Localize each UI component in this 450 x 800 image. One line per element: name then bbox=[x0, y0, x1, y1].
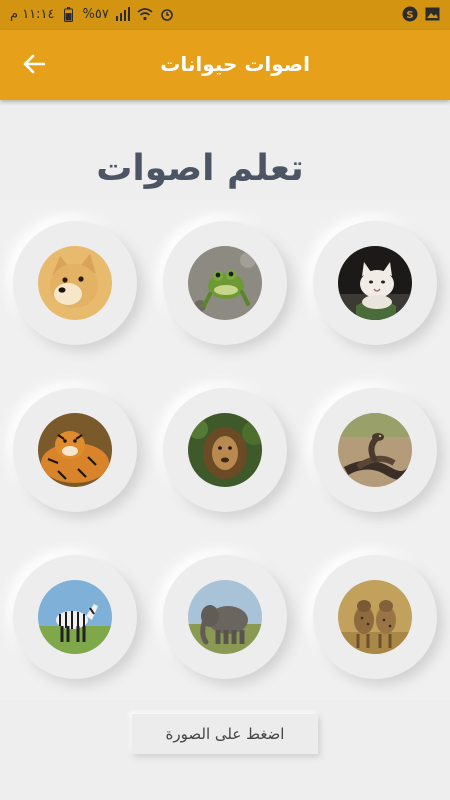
back-button[interactable] bbox=[18, 50, 50, 82]
status-left: ١١:١٤ م %٥٧ bbox=[10, 6, 175, 22]
animal-button-lion[interactable] bbox=[163, 388, 287, 512]
gallery-icon bbox=[424, 6, 440, 22]
page-heading: تعلم اصوات bbox=[96, 148, 304, 189]
animal-button-hyena[interactable] bbox=[313, 555, 437, 679]
cat-photo bbox=[338, 246, 412, 320]
animal-button-snake[interactable] bbox=[313, 388, 437, 512]
elephant-photo bbox=[188, 580, 262, 654]
animal-button-tiger[interactable] bbox=[13, 388, 137, 512]
animal-button-dog[interactable] bbox=[13, 221, 137, 345]
animal-button-elephant[interactable] bbox=[163, 555, 287, 679]
app-s-icon: S bbox=[402, 6, 418, 22]
status-battery-percent: %٥٧ bbox=[82, 6, 109, 22]
snake-photo bbox=[338, 413, 412, 487]
tiger-photo bbox=[38, 413, 112, 487]
status-right: S bbox=[402, 6, 440, 22]
app-bar: اصوات حيوانات bbox=[0, 30, 450, 100]
animal-button-cat[interactable] bbox=[313, 221, 437, 345]
animal-button-zebra[interactable] bbox=[13, 555, 137, 679]
battery-icon bbox=[61, 6, 77, 22]
zebra-photo bbox=[38, 580, 112, 654]
arrow-back-icon bbox=[23, 54, 46, 78]
signal-icon bbox=[115, 6, 131, 22]
hyena-photo bbox=[338, 580, 412, 654]
status-time: ١١:١٤ م bbox=[10, 6, 55, 22]
tap-image-hint-button[interactable]: اضغط على الصورة bbox=[132, 714, 318, 754]
animal-button-frog[interactable] bbox=[163, 221, 287, 345]
app-title: اصوات حيوانات bbox=[160, 52, 310, 76]
svg-text:S: S bbox=[406, 10, 413, 21]
hint-label: اضغط على الصورة bbox=[165, 725, 285, 743]
status-bar: ١١:١٤ م %٥٧ S bbox=[0, 0, 450, 30]
frog-photo bbox=[188, 246, 262, 320]
dog-photo bbox=[38, 246, 112, 320]
lion-photo bbox=[188, 413, 262, 487]
wifi-icon bbox=[137, 6, 153, 22]
alarm-icon bbox=[159, 6, 175, 22]
